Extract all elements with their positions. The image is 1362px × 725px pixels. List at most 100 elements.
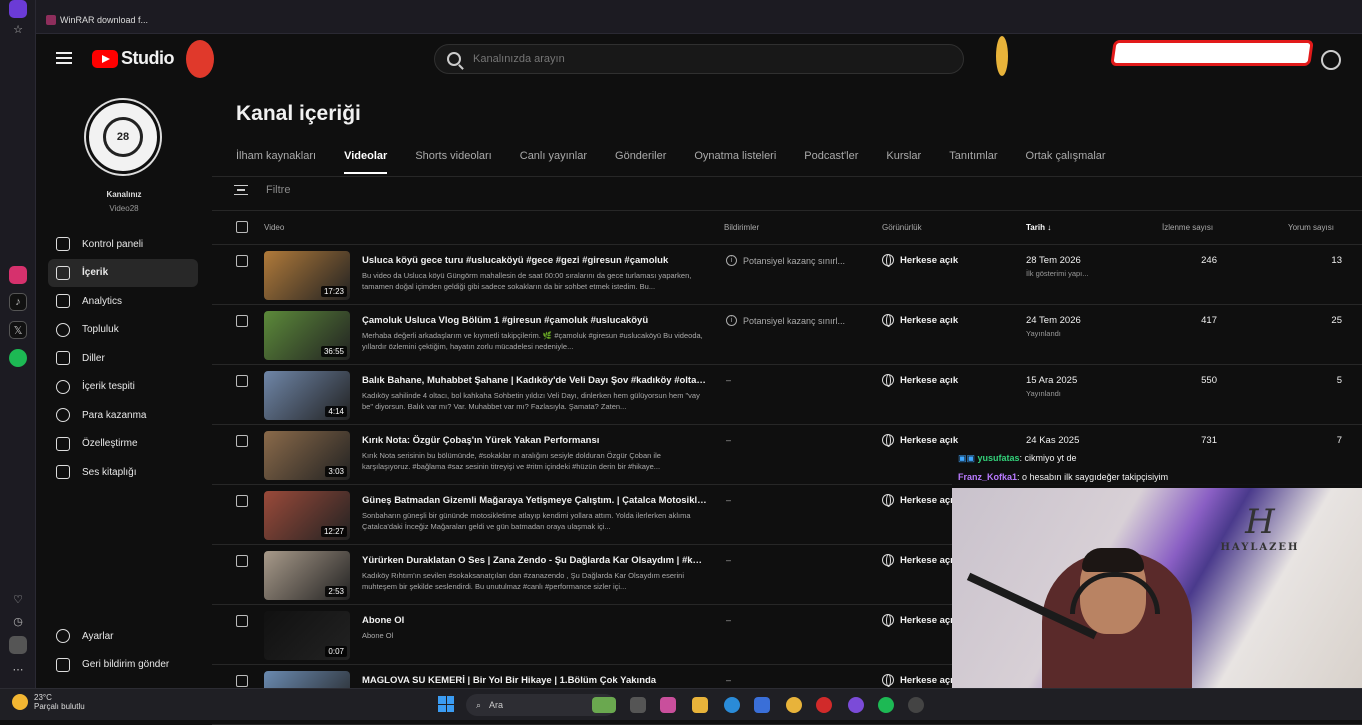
filter-placeholder[interactable]: Filtre [266, 184, 290, 196]
x-twitter-icon[interactable]: 𝕏 [9, 321, 27, 339]
visibility-cell[interactable]: Herkese açık [882, 434, 958, 447]
webcam-overlay: H HAYLAZEH [952, 488, 1362, 720]
video-title[interactable]: MAGLOVA SU KEMERİ | Bir Yol Bir Hikaye |… [362, 675, 707, 686]
channel-handle: Video28 [109, 204, 139, 213]
video-title[interactable]: Kırık Nota: Özgür Çobaş'ın Yürek Yakan P… [362, 435, 707, 446]
row-checkbox[interactable] [236, 255, 248, 267]
tab-posts[interactable]: Gönderiler [615, 150, 666, 174]
tab-live[interactable]: Canlı yayınlar [520, 150, 587, 174]
video-title[interactable]: Balık Bahane, Muhabbet Şahane | Kadıköy'… [362, 375, 707, 386]
video-duration: 17:23 [320, 286, 347, 297]
task-view-icon[interactable] [630, 697, 646, 713]
sidebar-item-monetization[interactable]: Para kazanma [48, 401, 198, 430]
spotify-icon[interactable] [9, 349, 27, 367]
obs-icon[interactable] [908, 697, 924, 713]
tab-promotions[interactable]: Tanıtımlar [949, 150, 997, 174]
discord-icon[interactable] [848, 697, 864, 713]
visibility-cell[interactable]: Herkese açık [882, 254, 958, 267]
sidebar-item-label: Analytics [82, 295, 123, 307]
video-title[interactable]: Yürürken Duraklatan O Ses | Zana Zendo -… [362, 555, 707, 566]
globe-icon [882, 674, 894, 687]
sidebar-item-feedback[interactable]: Geri bildirim gönder [48, 651, 208, 680]
opera-icon[interactable] [816, 697, 832, 713]
store-icon[interactable] [754, 697, 770, 713]
video-thumbnail[interactable]: 17:23 [264, 251, 350, 300]
customization-icon [56, 436, 70, 451]
video-thumbnail[interactable]: 3:03 [264, 431, 350, 480]
video-thumbnail[interactable]: 2:53 [264, 551, 350, 600]
video-date: 24 Tem 2026 [1026, 315, 1081, 326]
video-thumbnail[interactable]: 0:07 [264, 611, 350, 660]
taskbar-search-label: Ara [489, 700, 504, 710]
select-all-checkbox[interactable] [236, 221, 248, 233]
sidebar-item-analytics[interactable]: Analytics [48, 287, 198, 316]
row-checkbox[interactable] [236, 315, 248, 327]
visibility-cell[interactable]: Herkese açık [882, 674, 958, 687]
tab-shorts[interactable]: Shorts videoları [415, 150, 491, 174]
visibility-cell[interactable]: Herkese açık [882, 374, 958, 387]
row-checkbox[interactable] [236, 675, 248, 687]
tab-inspiration[interactable]: İlham kaynakları [236, 150, 316, 174]
clock-icon[interactable]: ◷ [9, 612, 27, 630]
file-explorer-icon[interactable] [692, 697, 708, 713]
video-title[interactable]: Güneş Batmadan Gizemli Mağaraya Yetişmey… [362, 495, 707, 506]
row-checkbox[interactable] [236, 495, 248, 507]
sidebar-item-content[interactable]: İçerik [48, 258, 198, 287]
edge-icon[interactable] [724, 697, 740, 713]
video-thumbnail[interactable]: 4:14 [264, 371, 350, 420]
sidebar-item-dashboard[interactable]: Kontrol paneli [48, 230, 198, 259]
video-thumbnail[interactable]: 12:27 [264, 491, 350, 540]
sidebar-item-languages[interactable]: Diller [48, 344, 198, 373]
tab-collaborations[interactable]: Ortak çalışmalar [1026, 150, 1106, 174]
sidebar-item-community[interactable]: Topluluk [48, 316, 198, 345]
tab-podcasts[interactable]: Podcast'ler [804, 150, 858, 174]
video-description: Merhaba değerli arkadaşlarım ve kıymetli… [362, 331, 703, 352]
chrome-icon[interactable] [786, 697, 802, 713]
table-row[interactable]: 17:23 Usluca köyü gece turu #uslucaköyü #… [212, 245, 1362, 305]
tab-courses[interactable]: Kurslar [886, 150, 921, 174]
spotify-icon[interactable] [878, 697, 894, 713]
table-row[interactable]: 4:14 Balık Bahane, Muhabbet Şahane | Kadı… [212, 365, 1362, 425]
search-input[interactable] [473, 53, 893, 65]
filter-bar[interactable]: Filtre [234, 184, 290, 196]
table-row[interactable]: 36:55 Çamoluk Usluca Vlog Bölüm 1 #giresu… [212, 305, 1362, 365]
sidebar-item-settings[interactable]: Ayarlar [48, 622, 208, 651]
browser-menu-icon[interactable] [9, 0, 27, 18]
account-avatar[interactable] [1321, 50, 1341, 70]
sidebar-item-audio-library[interactable]: Ses kitaplığı [48, 458, 198, 487]
windows-start-icon[interactable] [438, 696, 454, 712]
weather-widget[interactable]: 23°C Parçalı bulutlu [12, 693, 85, 711]
tab-videos[interactable]: Videolar [344, 150, 388, 174]
visibility-cell[interactable]: Herkese açık [882, 494, 958, 507]
row-checkbox[interactable] [236, 555, 248, 567]
more-icon[interactable]: ⋯ [9, 660, 27, 678]
visibility-cell[interactable]: Herkese açık [882, 314, 958, 327]
hamburger-menu-icon[interactable] [56, 52, 72, 64]
tiktok-icon[interactable]: ♪ [9, 293, 27, 311]
video-title[interactable]: Abone Ol [362, 615, 707, 626]
sidebar-item-copyright[interactable]: İçerik tespiti [48, 373, 198, 402]
copilot-icon[interactable] [660, 697, 676, 713]
heart-icon[interactable]: ♡ [9, 590, 27, 608]
row-checkbox[interactable] [236, 435, 248, 447]
row-checkbox[interactable] [236, 375, 248, 387]
tab-playlists[interactable]: Oynatma listeleri [694, 150, 776, 174]
instagram-icon[interactable] [9, 266, 27, 284]
winrar-favicon-icon [46, 15, 56, 25]
col-date[interactable]: Tarih ↓ [1026, 223, 1051, 232]
visibility-cell[interactable]: Herkese açık [882, 614, 958, 627]
video-title[interactable]: Çamoluk Usluca Vlog Bölüm 1 #giresun #ça… [362, 315, 707, 326]
search-box[interactable] [434, 44, 964, 74]
browser-tab[interactable]: WinRAR download f... [40, 10, 190, 30]
video-thumbnail[interactable]: 36:55 [264, 311, 350, 360]
studio-logo[interactable]: Studio [92, 48, 175, 69]
star-icon[interactable]: ☆ [9, 20, 27, 38]
filter-icon[interactable] [234, 185, 248, 195]
channel-avatar[interactable]: 28 [86, 100, 160, 174]
visibility-cell[interactable]: Herkese açık [882, 554, 958, 567]
extension-icon[interactable] [9, 636, 27, 654]
sidebar-item-customization[interactable]: Özelleştirme [48, 430, 198, 459]
row-checkbox[interactable] [236, 615, 248, 627]
video-title[interactable]: Usluca köyü gece turu #uslucaköyü #gece … [362, 255, 707, 266]
widget-icon[interactable] [592, 697, 616, 713]
